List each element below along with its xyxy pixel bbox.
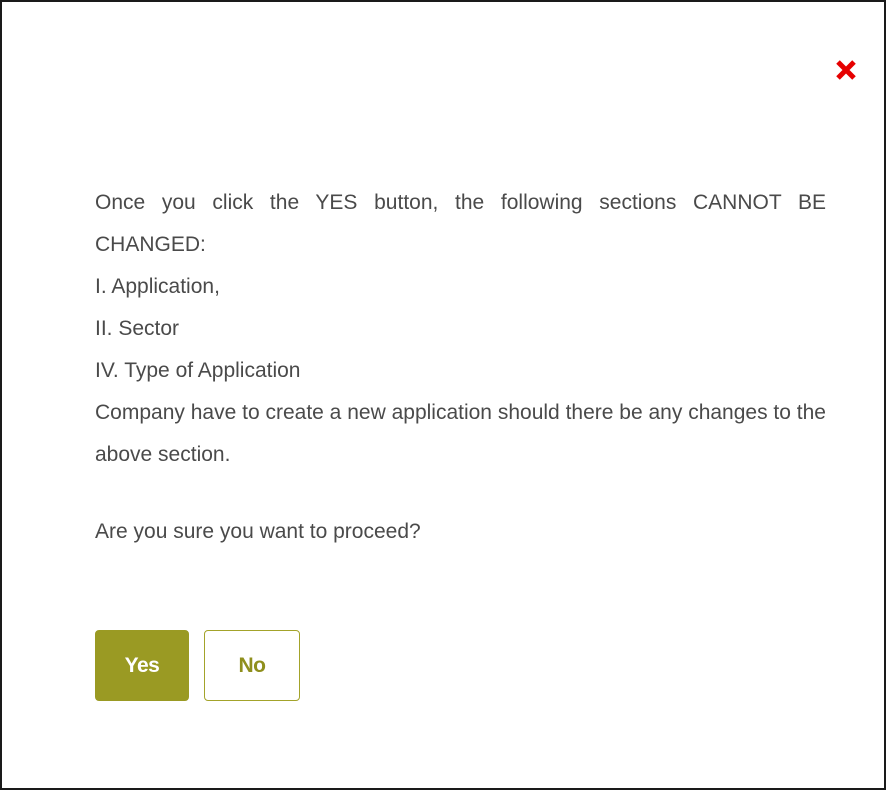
close-button[interactable] <box>834 58 858 82</box>
close-x-icon <box>836 60 856 80</box>
message-line: Once you click the YES button, the follo… <box>95 191 826 256</box>
confirm-question: Are you sure you want to proceed? <box>95 520 421 543</box>
dialog-message: Once you click the YES button, the follo… <box>95 182 826 553</box>
no-button[interactable]: No <box>204 630 300 701</box>
yes-button[interactable]: Yes <box>95 630 189 701</box>
message-line: IV. Type of Application <box>95 359 301 382</box>
yes-button-label: Yes <box>124 653 160 677</box>
confirmation-dialog: Once you click the YES button, the follo… <box>0 0 886 790</box>
message-line: Company have to create a new application… <box>95 401 826 466</box>
message-line: I. Application, <box>95 275 220 298</box>
message-line: II. Sector <box>95 317 180 340</box>
no-button-label: No <box>238 653 267 677</box>
